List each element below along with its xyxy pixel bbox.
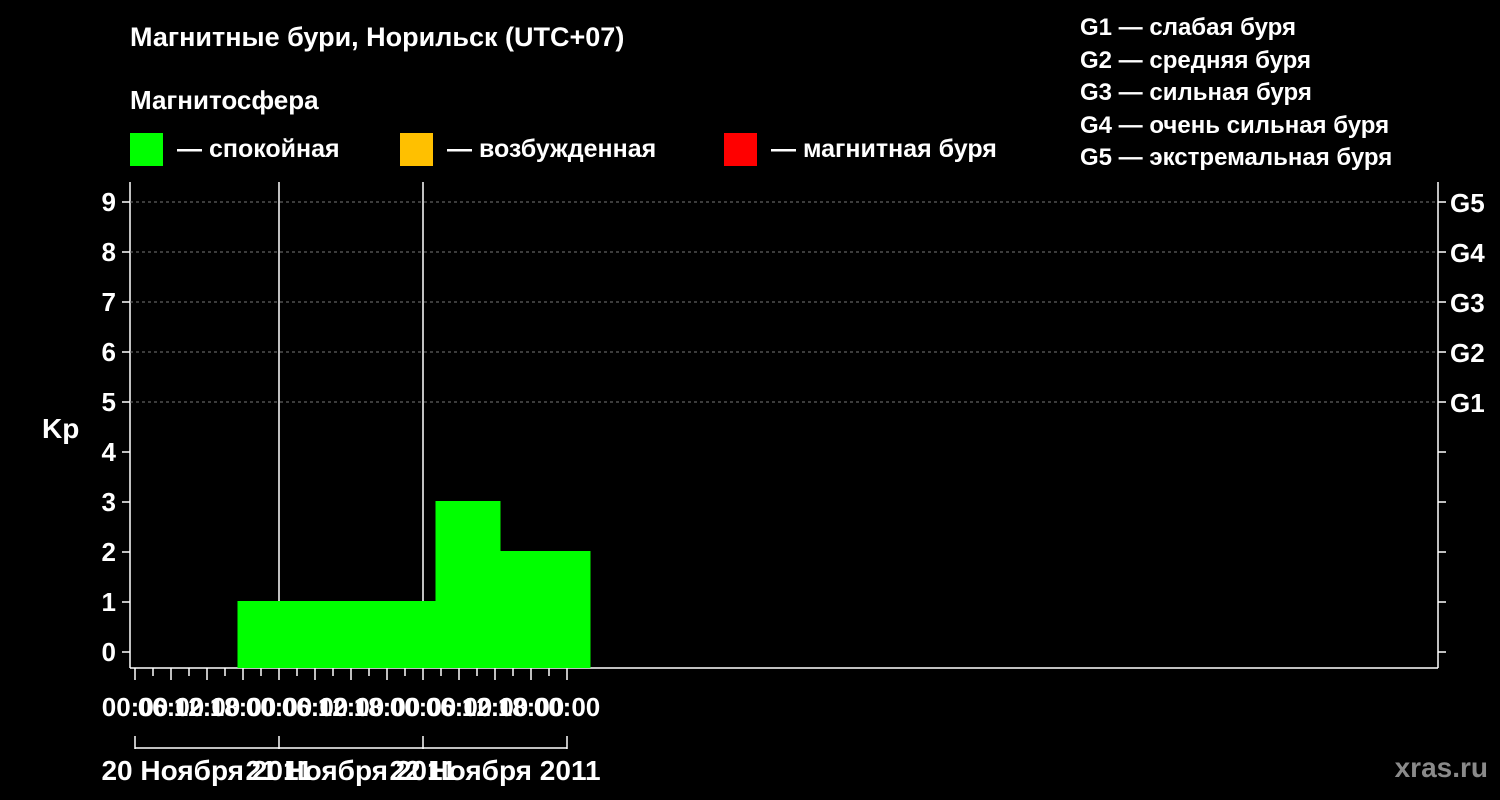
g-level-label: G4 bbox=[1450, 238, 1485, 268]
x-tick-label: 00:00 bbox=[534, 692, 601, 722]
y-tick-label: 1 bbox=[102, 587, 116, 617]
y-tick-label: 8 bbox=[102, 237, 116, 267]
y-tick-label: 9 bbox=[102, 187, 116, 217]
y-tick-label: 7 bbox=[102, 287, 116, 317]
y-tick-label: 5 bbox=[102, 387, 116, 417]
y-axis-label: Kp bbox=[42, 413, 79, 444]
g-level-label: G5 bbox=[1450, 188, 1485, 218]
kp-bar bbox=[543, 551, 591, 668]
g-level-label: G2 bbox=[1450, 338, 1485, 368]
y-tick-label: 0 bbox=[102, 637, 116, 667]
day-label: 22 Ноября 2011 bbox=[389, 755, 600, 786]
y-tick-label: 4 bbox=[102, 437, 117, 467]
g-level-label: G1 bbox=[1450, 388, 1485, 418]
y-tick-label: 6 bbox=[102, 337, 116, 367]
kp-chart: 0123456789G1G2G3G4G5Kp00:0006:0012:0018:… bbox=[42, 182, 1485, 786]
g-level-label: G3 bbox=[1450, 288, 1485, 318]
y-tick-label: 3 bbox=[102, 487, 116, 517]
y-tick-label: 2 bbox=[102, 537, 116, 567]
watermark: xras.ru bbox=[1394, 752, 1488, 783]
